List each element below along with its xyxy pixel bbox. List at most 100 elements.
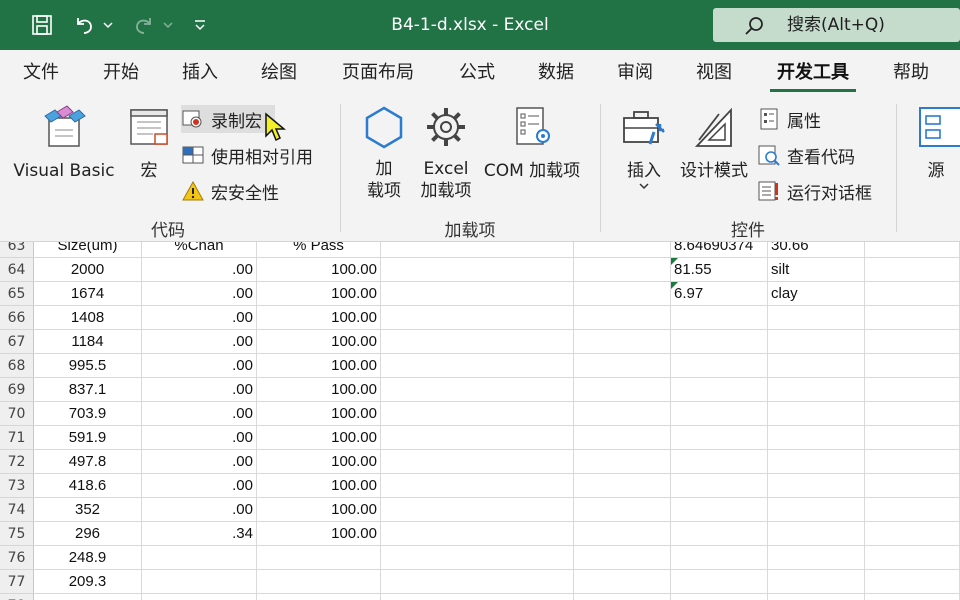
cell[interactable] xyxy=(381,258,574,282)
cell[interactable]: 81.55 xyxy=(671,258,768,282)
cell[interactable] xyxy=(381,378,574,402)
cell[interactable]: .00 xyxy=(142,330,257,354)
cell[interactable]: 352 xyxy=(34,498,142,522)
tab-insert[interactable]: 插入 xyxy=(169,50,231,96)
excel-addins-button[interactable]: Excel 加载项 xyxy=(416,104,476,202)
cell[interactable] xyxy=(865,522,960,546)
record-macro-button[interactable]: 录制宏 xyxy=(181,105,275,133)
row-header[interactable]: 74 xyxy=(0,498,34,522)
cell[interactable]: 837.1 xyxy=(34,378,142,402)
macros-button[interactable]: 宏 xyxy=(122,104,176,182)
cell[interactable] xyxy=(768,330,865,354)
search-box[interactable]: 搜索(Alt+Q) xyxy=(713,8,960,42)
row-header[interactable]: 70 xyxy=(0,402,34,426)
cell[interactable]: .00 xyxy=(142,354,257,378)
xml-source-button[interactable]: 源 xyxy=(912,104,960,182)
run-dialog-button[interactable]: 运行对话框 xyxy=(757,177,882,205)
cell[interactable] xyxy=(671,426,768,450)
design-mode-button[interactable]: 设计模式 xyxy=(676,104,752,182)
cell[interactable] xyxy=(671,498,768,522)
cell[interactable] xyxy=(671,330,768,354)
tab-page-layout[interactable]: 页面布局 xyxy=(332,50,424,96)
cell[interactable] xyxy=(574,258,671,282)
row-header[interactable]: 73 xyxy=(0,474,34,498)
cell[interactable]: .00 xyxy=(142,306,257,330)
row-header[interactable]: 75 xyxy=(0,522,34,546)
cell[interactable] xyxy=(574,282,671,306)
cell[interactable]: 30.66 xyxy=(768,242,865,258)
cell[interactable]: 100.00 xyxy=(257,498,381,522)
cell[interactable] xyxy=(574,498,671,522)
cell[interactable]: 209.3 xyxy=(34,570,142,594)
cell[interactable]: 418.6 xyxy=(34,474,142,498)
cell[interactable]: .34 xyxy=(142,522,257,546)
cell[interactable] xyxy=(768,498,865,522)
cell[interactable] xyxy=(574,546,671,570)
cell[interactable]: 100.00 xyxy=(257,282,381,306)
row-header[interactable]: 78 xyxy=(0,594,34,600)
insert-control-button[interactable]: 插入 xyxy=(616,104,672,196)
cell[interactable] xyxy=(865,258,960,282)
tab-file[interactable]: 文件 xyxy=(10,50,72,96)
cell[interactable] xyxy=(768,306,865,330)
cell[interactable] xyxy=(768,546,865,570)
customize-toolbar-icon[interactable] xyxy=(190,10,210,40)
cell[interactable] xyxy=(142,546,257,570)
cell[interactable] xyxy=(768,354,865,378)
cell[interactable] xyxy=(381,242,574,258)
cell[interactable]: %Chan xyxy=(142,242,257,258)
tab-formulas[interactable]: 公式 xyxy=(446,50,508,96)
cell[interactable] xyxy=(768,474,865,498)
cell[interactable] xyxy=(671,450,768,474)
cell[interactable] xyxy=(865,306,960,330)
row-header[interactable]: 67 xyxy=(0,330,34,354)
tab-help[interactable]: 帮助 xyxy=(880,50,942,96)
cell[interactable] xyxy=(381,354,574,378)
save-icon[interactable] xyxy=(28,10,56,40)
cell[interactable]: 497.8 xyxy=(34,450,142,474)
cell[interactable]: .00 xyxy=(142,498,257,522)
cell[interactable] xyxy=(865,330,960,354)
cell[interactable]: 100.00 xyxy=(257,474,381,498)
row-header[interactable]: 71 xyxy=(0,426,34,450)
row-header[interactable]: 63 xyxy=(0,242,34,258)
cell[interactable]: .00 xyxy=(142,282,257,306)
cell[interactable] xyxy=(671,306,768,330)
cell[interactable]: .00 xyxy=(142,258,257,282)
cell[interactable] xyxy=(381,306,574,330)
cell[interactable] xyxy=(671,594,768,600)
cell[interactable]: Size(um) xyxy=(34,242,142,258)
cell[interactable] xyxy=(671,570,768,594)
cell[interactable]: 100.00 xyxy=(257,330,381,354)
undo-icon[interactable] xyxy=(70,10,98,40)
row-header[interactable]: 66 xyxy=(0,306,34,330)
redo-icon[interactable] xyxy=(130,10,158,40)
cell[interactable] xyxy=(381,546,574,570)
cell[interactable] xyxy=(865,594,960,600)
row-header[interactable]: 68 xyxy=(0,354,34,378)
cell[interactable] xyxy=(865,378,960,402)
cell[interactable]: 100.00 xyxy=(257,258,381,282)
cell[interactable] xyxy=(671,378,768,402)
cell[interactable]: .00 xyxy=(142,474,257,498)
row-header[interactable]: 76 xyxy=(0,546,34,570)
cell[interactable]: .00 xyxy=(142,594,257,600)
cell[interactable] xyxy=(574,242,671,258)
cell[interactable]: 176 xyxy=(34,594,142,600)
cell[interactable]: 995.5 xyxy=(34,354,142,378)
row-header[interactable]: 69 xyxy=(0,378,34,402)
cell[interactable] xyxy=(768,426,865,450)
cell[interactable] xyxy=(574,306,671,330)
cell[interactable] xyxy=(768,594,865,600)
cell[interactable]: 1184 xyxy=(34,330,142,354)
cell[interactable] xyxy=(381,594,574,600)
cell[interactable]: .00 xyxy=(142,450,257,474)
cell[interactable] xyxy=(381,450,574,474)
cell[interactable] xyxy=(865,570,960,594)
cell[interactable] xyxy=(574,426,671,450)
cell[interactable] xyxy=(574,402,671,426)
cell[interactable]: 248.9 xyxy=(34,546,142,570)
tab-review[interactable]: 审阅 xyxy=(604,50,666,96)
tab-data[interactable]: 数据 xyxy=(525,50,587,96)
cell[interactable]: 703.9 xyxy=(34,402,142,426)
